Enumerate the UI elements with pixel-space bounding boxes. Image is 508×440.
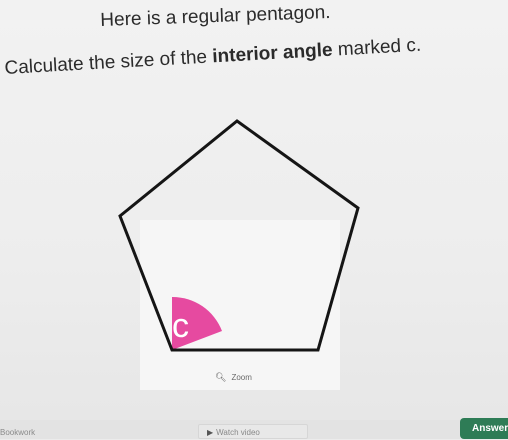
watch-video-label: Watch video (216, 428, 260, 437)
pentagon-diagram: c (118, 119, 360, 352)
watch-video-button[interactable]: ▶ Watch video (198, 424, 308, 439)
answer-button[interactable]: Answer (460, 418, 508, 439)
instruction-suffix: marked c. (337, 34, 422, 61)
zoom-button[interactable]: 🔍︎ Zoom (215, 372, 252, 383)
question-panel: Here is a regular pentagon. Calculate th… (0, 0, 508, 439)
instruction-bold-term: interior angle (211, 39, 334, 68)
question-intro: Here is a regular pentagon. (100, 1, 331, 31)
regular-pentagon (118, 119, 360, 352)
question-instruction: Calculate the size of the interior angle… (4, 35, 422, 80)
instruction-prefix: Calculate the size of the (4, 46, 208, 79)
zoom-icon: 🔍︎ (215, 372, 227, 382)
video-icon: ▶ (207, 428, 214, 437)
angle-label: c (172, 307, 189, 345)
pentagon-figure: c (110, 105, 370, 390)
bookwork-link[interactable]: Bookwork (0, 428, 35, 437)
zoom-label: Zoom (231, 373, 252, 382)
